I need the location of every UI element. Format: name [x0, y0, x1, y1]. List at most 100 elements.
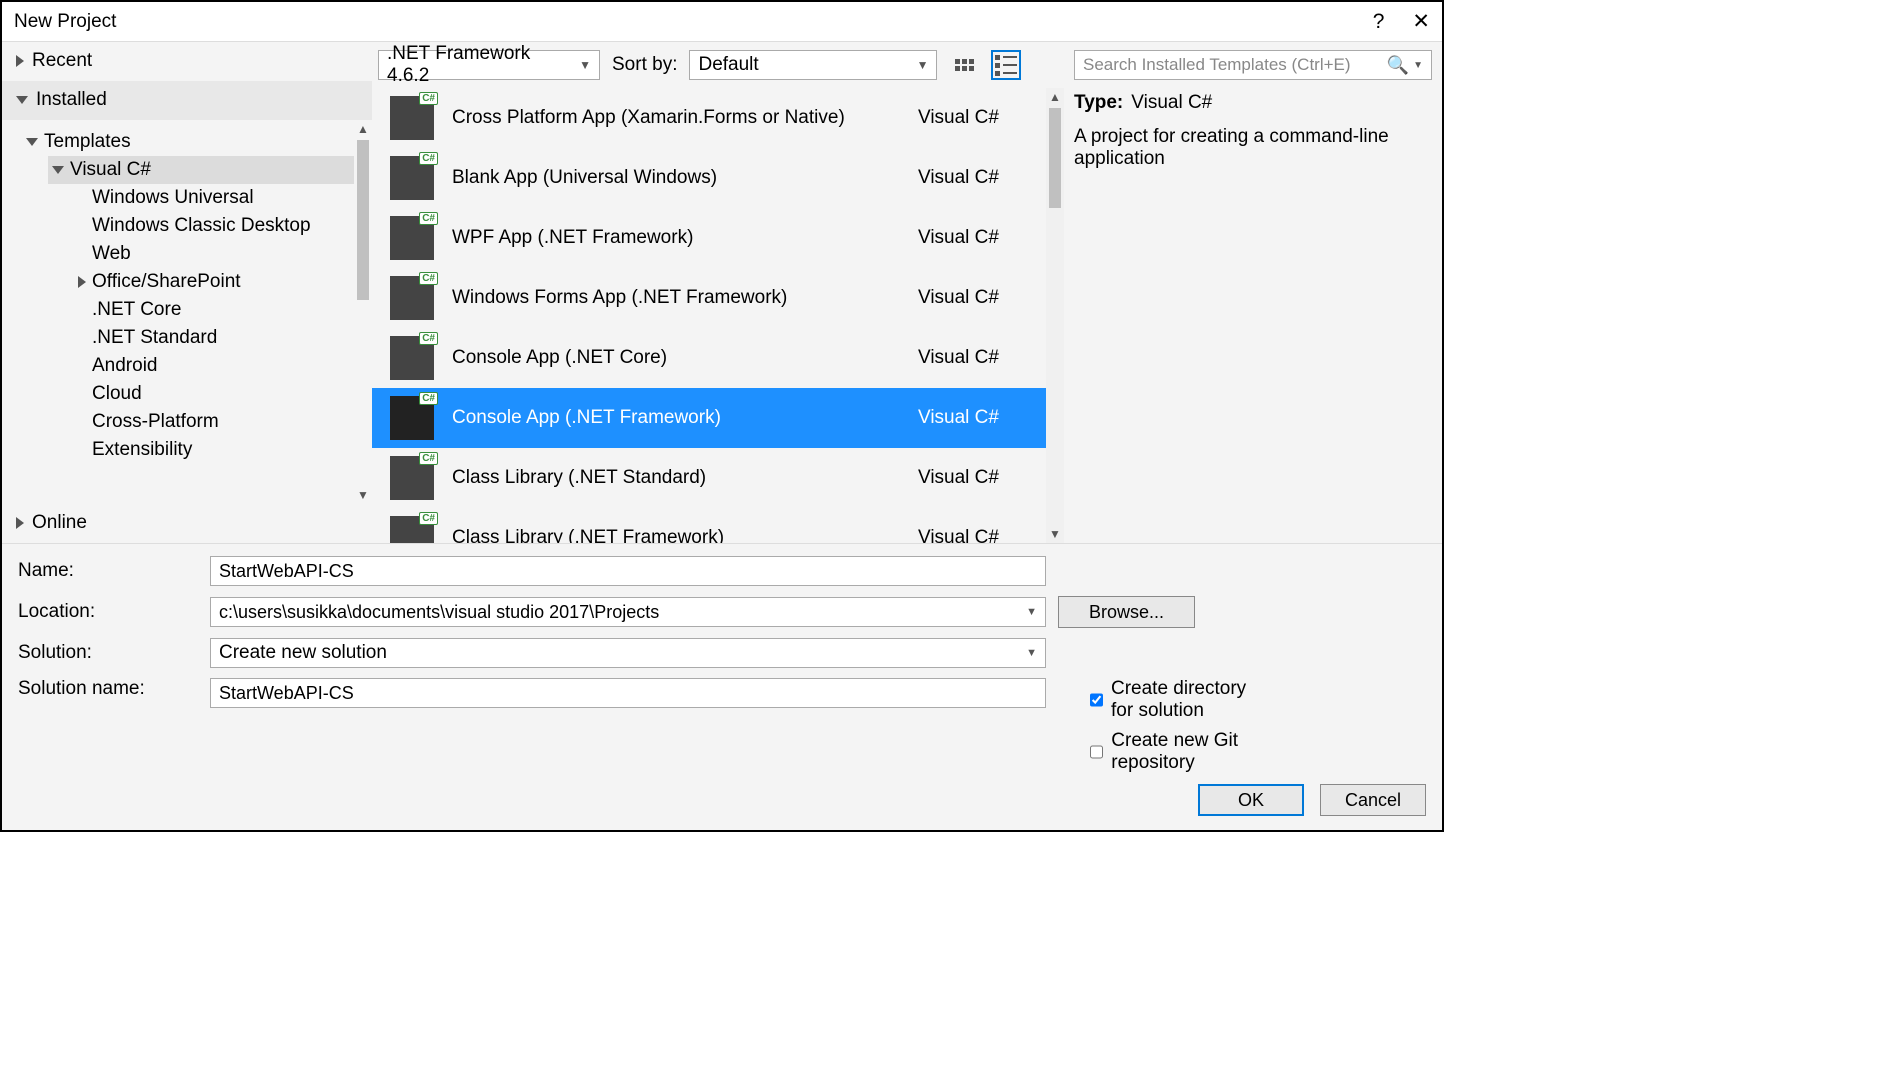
- template-icon: C#: [390, 156, 434, 200]
- browse-button[interactable]: Browse...: [1058, 596, 1195, 628]
- solname-input[interactable]: [219, 683, 1037, 704]
- tree-item[interactable]: Office/SharePoint: [74, 268, 354, 296]
- bottom-panel: Name: Location: ▼ Browse... Solution: Cr…: [2, 543, 1442, 830]
- template-list: C# Cross Platform App (Xamarin.Forms or N…: [372, 88, 1064, 543]
- nav-installed[interactable]: Installed: [2, 81, 372, 120]
- template-row[interactable]: C# Class Library (.NET Standard) Visual C#: [372, 448, 1046, 508]
- csharp-badge-icon: C#: [419, 332, 438, 345]
- tree-item[interactable]: Web: [74, 240, 354, 268]
- create-dir-checkbox[interactable]: [1090, 691, 1103, 709]
- search-field[interactable]: [1083, 55, 1383, 75]
- ok-button[interactable]: OK: [1198, 784, 1304, 816]
- template-icon: C#: [390, 276, 434, 320]
- template-row[interactable]: C# Console App (.NET Core) Visual C#: [372, 328, 1046, 388]
- template-lang: Visual C#: [918, 407, 1028, 429]
- scroll-down-icon[interactable]: ▼: [1049, 525, 1061, 543]
- chevron-right-icon: [16, 517, 24, 529]
- tree-visual-csharp[interactable]: Visual C#: [48, 156, 354, 184]
- template-name: Blank App (Universal Windows): [452, 167, 900, 189]
- scroll-up-icon[interactable]: ▲: [1049, 88, 1061, 106]
- sortby-dropdown[interactable]: Default ▼: [689, 50, 937, 80]
- template-lang: Visual C#: [918, 287, 1028, 309]
- nav-recent[interactable]: Recent: [2, 42, 372, 81]
- solname-label: Solution name:: [18, 678, 198, 700]
- solution-dropdown[interactable]: Create new solution ▼: [210, 638, 1046, 668]
- template-name: WPF App (.NET Framework): [452, 227, 900, 249]
- scroll-thumb[interactable]: [357, 140, 369, 300]
- git-repo-checkbox[interactable]: [1090, 743, 1103, 761]
- template-icon: C#: [390, 396, 434, 440]
- template-lang: Visual C#: [918, 347, 1028, 369]
- name-field[interactable]: [210, 556, 1046, 586]
- template-row[interactable]: C# Windows Forms App (.NET Framework) Visu…: [372, 268, 1046, 328]
- template-row[interactable]: C# Class Library (.NET Framework) Visual C…: [372, 508, 1046, 543]
- template-tree: Templates Visual C# Windows UniversalWin…: [2, 120, 354, 504]
- help-icon[interactable]: ?: [1373, 10, 1385, 34]
- center-panel: .NET Framework 4.6.2 ▼ Sort by: Default …: [372, 42, 1064, 543]
- close-icon[interactable]: ✕: [1412, 9, 1430, 34]
- tree-templates[interactable]: Templates: [22, 128, 354, 156]
- template-lang: Visual C#: [918, 467, 1028, 489]
- template-name: Cross Platform App (Xamarin.Forms or Nat…: [452, 107, 900, 129]
- template-lang: Visual C#: [918, 167, 1028, 189]
- framework-dropdown[interactable]: .NET Framework 4.6.2 ▼: [378, 50, 600, 80]
- scroll-down-icon[interactable]: ▼: [357, 488, 369, 502]
- template-row[interactable]: C# Console App (.NET Framework) Visual C#: [372, 388, 1046, 448]
- chevron-down-icon: [52, 166, 64, 174]
- tree-item[interactable]: .NET Core: [74, 296, 354, 324]
- scroll-up-icon[interactable]: ▲: [357, 122, 369, 136]
- csharp-badge-icon: C#: [419, 152, 438, 165]
- scroll-thumb[interactable]: [1049, 108, 1061, 208]
- template-row[interactable]: C#Cross Platform App (Xamarin.Forms or N…: [372, 88, 1046, 148]
- tree-item[interactable]: Cloud: [74, 380, 354, 408]
- sortby-label: Sort by:: [612, 54, 677, 76]
- tree-scrollbar[interactable]: ▲ ▼: [354, 120, 372, 504]
- view-list-button[interactable]: [991, 50, 1021, 80]
- view-grid-button[interactable]: [949, 50, 979, 80]
- left-panel: Recent Installed Templates Visual C#: [2, 42, 372, 543]
- toolbar: .NET Framework 4.6.2 ▼ Sort by: Default …: [372, 42, 1064, 88]
- search-input[interactable]: 🔍 ▼: [1074, 50, 1432, 80]
- titlebar: New Project ? ✕: [2, 2, 1442, 42]
- list-scrollbar[interactable]: ▲ ▼: [1046, 88, 1064, 543]
- tree-item[interactable]: Android: [74, 352, 354, 380]
- template-name: Class Library (.NET Framework): [452, 527, 900, 543]
- csharp-badge-icon: C#: [419, 452, 438, 465]
- csharp-badge-icon: C#: [419, 392, 438, 405]
- template-lang: Visual C#: [918, 527, 1028, 543]
- check-create-dir[interactable]: Create directory for solution: [1090, 678, 1270, 722]
- chevron-down-icon: ▼: [579, 58, 591, 72]
- list-icon: [995, 55, 1017, 76]
- location-input[interactable]: [219, 602, 1026, 623]
- template-name: Console App (.NET Core): [452, 347, 900, 369]
- chevron-down-icon: ▼: [1026, 647, 1037, 659]
- solution-label: Solution:: [18, 642, 198, 664]
- chevron-down-icon[interactable]: ▼: [1413, 60, 1423, 71]
- cancel-button[interactable]: Cancel: [1320, 784, 1426, 816]
- tree-item[interactable]: Windows Universal: [74, 184, 354, 212]
- template-row[interactable]: C# Blank App (Universal Windows) Visual C#: [372, 148, 1046, 208]
- tree-item[interactable]: .NET Standard: [74, 324, 354, 352]
- solname-field[interactable]: [210, 678, 1046, 708]
- template-icon: C#: [390, 456, 434, 500]
- template-row[interactable]: C#WPF App (.NET Framework)Visual C#: [372, 208, 1046, 268]
- template-name: Windows Forms App (.NET Framework): [452, 287, 900, 309]
- template-name: Class Library (.NET Standard): [452, 467, 900, 489]
- search-icon[interactable]: 🔍: [1387, 55, 1409, 76]
- csharp-badge-icon: C#: [419, 512, 438, 525]
- name-input[interactable]: [219, 561, 1037, 582]
- right-panel: 🔍 ▼ Type: Visual C# A project for creati…: [1064, 42, 1442, 543]
- dialog-title: New Project: [14, 11, 1373, 33]
- template-name: Console App (.NET Framework): [452, 407, 900, 429]
- template-icon: C#: [390, 336, 434, 380]
- check-git-repo[interactable]: Create new Git repository: [1090, 730, 1270, 774]
- nav-online[interactable]: Online: [2, 504, 372, 543]
- chevron-down-icon: ▼: [1026, 606, 1037, 618]
- location-field[interactable]: ▼: [210, 597, 1046, 627]
- tree-item[interactable]: Cross-Platform: [74, 408, 354, 436]
- tree-item[interactable]: Extensibility: [74, 436, 354, 464]
- chevron-down-icon: [16, 96, 28, 104]
- tree-item[interactable]: Windows Classic Desktop: [74, 212, 354, 240]
- template-lang: Visual C#: [918, 227, 1028, 249]
- name-label: Name:: [18, 560, 198, 582]
